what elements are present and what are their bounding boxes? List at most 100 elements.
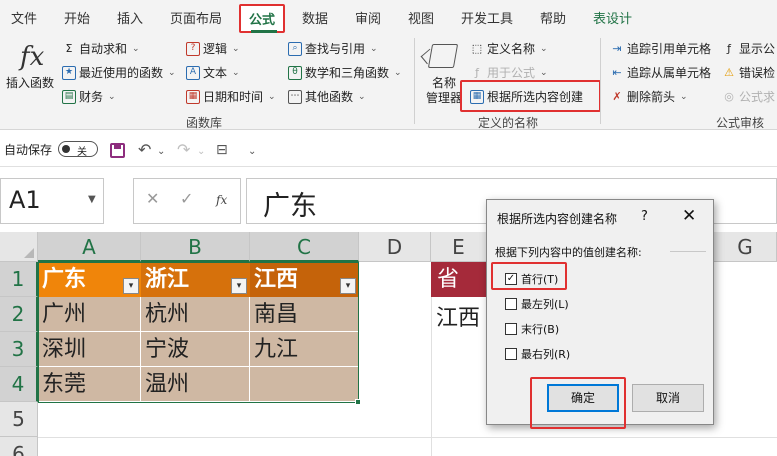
- trace-dependents-button[interactable]: ⇤ 追踪从属单元格: [610, 64, 711, 81]
- trace-arrow-icon: ⇥: [612, 42, 622, 55]
- undo-icon[interactable]: ↶: [138, 140, 151, 159]
- row-header-1[interactable]: 1: [0, 262, 38, 297]
- fill-handle[interactable]: [355, 399, 361, 405]
- text-button[interactable]: A 文本 ⌄: [186, 64, 240, 81]
- close-icon[interactable]: ✕: [682, 206, 696, 226]
- column-header-a[interactable]: A: [38, 232, 141, 262]
- autosave-toggle[interactable]: 关: [58, 141, 98, 158]
- column-header-g[interactable]: G: [714, 232, 777, 262]
- chevron-down-icon[interactable]: ▼: [88, 194, 96, 205]
- form-icon[interactable]: ⊟: [216, 142, 228, 158]
- chevron-down-icon: ⌄: [232, 43, 240, 54]
- tab-file[interactable]: 文件: [11, 8, 37, 27]
- recent-functions-button[interactable]: ★ 最近使用的函数 ⌄: [62, 64, 176, 81]
- tab-help[interactable]: 帮助: [540, 8, 566, 27]
- tab-developer[interactable]: 开发工具: [461, 8, 513, 27]
- option-bottom-row[interactable]: 末行(B): [505, 321, 559, 337]
- column-header-d[interactable]: D: [359, 232, 431, 262]
- select-all-corner[interactable]: [0, 232, 38, 262]
- checkbox-icon[interactable]: [505, 298, 517, 310]
- checkbox-checked-icon[interactable]: ✓: [505, 273, 517, 285]
- tab-page-layout[interactable]: 页面布局: [170, 8, 222, 27]
- table-cell[interactable]: 深圳: [38, 332, 141, 367]
- chevron-down-icon: ⌄: [540, 67, 548, 78]
- tab-home[interactable]: 开始: [64, 8, 90, 27]
- cell-e1[interactable]: 省: [431, 262, 487, 297]
- option-top-row[interactable]: ✓ 首行(T): [505, 271, 558, 287]
- divider: [670, 251, 706, 252]
- table-cell[interactable]: 温州: [141, 367, 250, 402]
- tab-formulas[interactable]: 公式: [239, 4, 286, 33]
- row-header-2[interactable]: 2: [0, 297, 38, 332]
- insert-function-icon[interactable]: fx: [216, 193, 227, 207]
- cell-e2[interactable]: 江西: [436, 300, 480, 332]
- tab-table-design[interactable]: 表设计: [593, 8, 632, 27]
- confirm-icon[interactable]: ✓: [180, 189, 193, 208]
- financial-button[interactable]: ▤ 财务 ⌄: [62, 88, 116, 105]
- name-manager-label-2[interactable]: 管理器: [426, 89, 462, 106]
- trace-precedents-button[interactable]: ⇥ 追踪引用单元格: [610, 40, 711, 57]
- chevron-down-icon: ⌄: [358, 91, 366, 102]
- checkbox-icon[interactable]: [505, 323, 517, 335]
- chevron-down-icon[interactable]: ⌄: [157, 146, 165, 157]
- column-header-c[interactable]: C: [250, 232, 359, 262]
- evaluate-formula-button[interactable]: ◎ 公式求: [722, 88, 775, 105]
- save-icon[interactable]: [110, 143, 125, 158]
- table-cell[interactable]: 九江: [250, 332, 359, 367]
- redo-icon[interactable]: ↷: [177, 140, 190, 159]
- datetime-button[interactable]: ▦ 日期和时间 ⌄: [186, 88, 276, 105]
- other-functions-button[interactable]: ⋯ 其他函数 ⌄: [288, 88, 366, 105]
- formula-auditing-label: 公式审核: [716, 116, 765, 130]
- ok-button[interactable]: 确定: [547, 384, 619, 412]
- create-names-dialog: 根据所选内容创建名称 ? ✕ 根据下列内容中的值创建名称: ✓ 首行(T) 最左…: [486, 199, 714, 429]
- more-icon: ⋯: [288, 89, 302, 104]
- table-cell[interactable]: 东莞: [38, 367, 141, 402]
- checkbox-icon[interactable]: [505, 348, 517, 360]
- help-icon[interactable]: ?: [641, 209, 648, 224]
- chevron-down-icon: ⌄: [132, 43, 140, 54]
- filter-dropdown-icon[interactable]: ▾: [231, 278, 247, 294]
- show-formulas-button[interactable]: ƒ 显示公: [722, 40, 775, 57]
- row-header-5[interactable]: 5: [0, 402, 38, 437]
- logical-button[interactable]: ? 逻辑 ⌄: [186, 40, 240, 57]
- filter-dropdown-icon[interactable]: ▾: [340, 278, 356, 294]
- column-header-b[interactable]: B: [141, 232, 250, 262]
- cancel-icon[interactable]: ✕: [146, 189, 159, 208]
- autosum-button[interactable]: Σ 自动求和 ⌄: [62, 40, 140, 57]
- ribbon-tabs: 文件 开始 插入 页面布局 公式 数据 审阅 视图 开发工具 帮助 表设计: [0, 0, 777, 34]
- error-checking-button[interactable]: ⚠ 错误检: [722, 64, 775, 81]
- option-right-column[interactable]: 最右列(R): [505, 346, 570, 362]
- table-cell[interactable]: 广州: [38, 297, 141, 332]
- name-manager-icon[interactable]: [427, 44, 459, 68]
- row-header-6[interactable]: 6: [0, 437, 38, 456]
- filter-dropdown-icon[interactable]: ▾: [123, 278, 139, 294]
- insert-function-button[interactable]: 插入函数: [6, 74, 54, 91]
- table-cell[interactable]: 杭州: [141, 297, 250, 332]
- tab-review[interactable]: 审阅: [355, 8, 381, 27]
- option-left-column[interactable]: 最左列(L): [505, 296, 569, 312]
- table-cell[interactable]: 南昌: [250, 297, 359, 332]
- define-name-button[interactable]: ⬚ 定义名称 ⌄: [470, 40, 548, 57]
- lookup-button[interactable]: ⌕ 查找与引用 ⌄: [288, 40, 378, 57]
- tab-view[interactable]: 视图: [408, 8, 434, 27]
- customize-qat-icon[interactable]: ⌄: [248, 146, 256, 157]
- row-header-4[interactable]: 4: [0, 367, 38, 402]
- create-names-icon: ▦: [470, 89, 484, 104]
- calendar-icon: ▦: [186, 89, 200, 104]
- use-in-formula-button[interactable]: ƒ 用于公式 ⌄: [470, 64, 548, 81]
- remove-arrows-button[interactable]: ✗ 删除箭头 ⌄: [610, 88, 687, 105]
- math-button[interactable]: θ 数学和三角函数 ⌄: [288, 64, 402, 81]
- toggle-knob: [62, 145, 70, 153]
- table-cell[interactable]: 宁波: [141, 332, 250, 367]
- column-header-e[interactable]: E: [431, 232, 487, 262]
- fx-icon[interactable]: fx: [20, 42, 44, 72]
- group-separator: [414, 38, 415, 124]
- cancel-button[interactable]: 取消: [632, 384, 704, 412]
- tab-insert[interactable]: 插入: [117, 8, 143, 27]
- table-cell[interactable]: [250, 367, 359, 402]
- tab-data[interactable]: 数据: [302, 8, 328, 27]
- autosave-label: 自动保存: [4, 143, 53, 157]
- chevron-down-icon[interactable]: ⌄: [197, 146, 205, 157]
- row-header-3[interactable]: 3: [0, 332, 38, 367]
- create-from-selection-button[interactable]: ▦ 根据所选内容创建: [470, 88, 583, 105]
